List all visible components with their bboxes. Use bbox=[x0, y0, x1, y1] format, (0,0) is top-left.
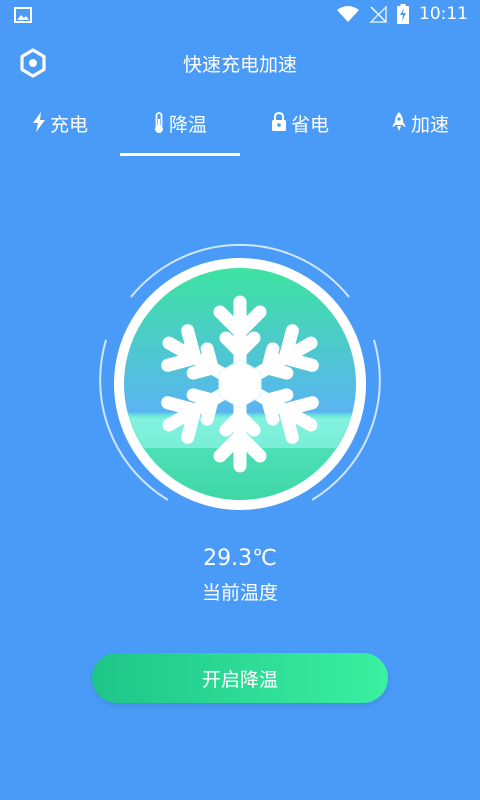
tab-bar: 充电 降温 省电 加速 bbox=[0, 100, 480, 156]
tab-speed-up[interactable]: 加速 bbox=[360, 100, 480, 156]
wifi-icon bbox=[337, 6, 359, 22]
battery-charging-icon bbox=[397, 4, 409, 24]
tab-save-power[interactable]: 省电 bbox=[240, 100, 360, 156]
lightning-icon bbox=[32, 112, 45, 132]
rocket-icon bbox=[391, 112, 406, 131]
tab-charge-label: 充电 bbox=[49, 114, 88, 136]
tab-speed-up-label: 加速 bbox=[410, 114, 449, 136]
start-cooling-button[interactable]: 开启降温 bbox=[92, 653, 388, 703]
header: 快速充电加速 bbox=[0, 40, 480, 86]
active-tab-indicator bbox=[120, 153, 240, 156]
tab-charge[interactable]: 充电 bbox=[0, 100, 120, 156]
thermometer-icon bbox=[154, 112, 163, 133]
no-signal-icon bbox=[369, 5, 387, 23]
tab-cool-label: 降温 bbox=[168, 114, 207, 136]
current-temperature-value: 29.3℃ bbox=[203, 546, 277, 571]
lock-icon bbox=[271, 112, 286, 131]
tab-save-power-label: 省电 bbox=[290, 114, 329, 136]
temperature-gauge bbox=[0, 240, 480, 530]
current-temperature-label: 当前温度 bbox=[201, 582, 278, 604]
page-title: 快速充电加速 bbox=[182, 54, 297, 76]
tab-cool[interactable]: 降温 bbox=[120, 100, 240, 156]
status-time: 10:11 bbox=[419, 4, 468, 24]
status-bar: 10:11 bbox=[0, 0, 480, 32]
gallery-notification-icon bbox=[14, 7, 32, 27]
